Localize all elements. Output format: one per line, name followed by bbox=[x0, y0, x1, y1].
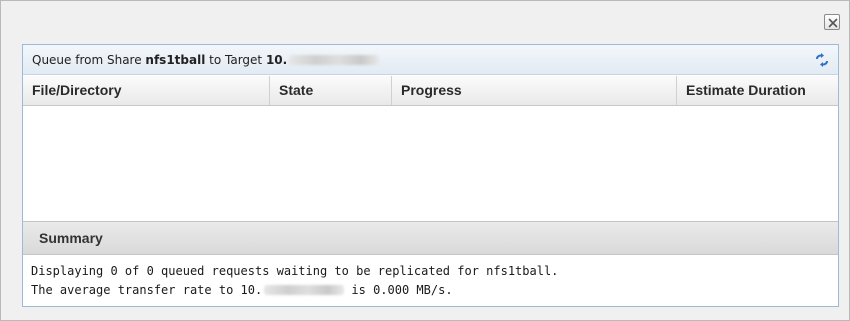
share-name: nfs1tball bbox=[145, 53, 206, 67]
column-header-estimate-duration[interactable]: Estimate Duration bbox=[677, 76, 838, 105]
redacted-target-address bbox=[264, 285, 345, 295]
column-header-progress[interactable]: Progress bbox=[392, 76, 677, 105]
panel-header: Queue from Share nfs1tball to Target 10. bbox=[23, 45, 838, 75]
table-body bbox=[23, 106, 838, 221]
column-header-state[interactable]: State bbox=[270, 76, 392, 105]
panel-title-mid: to Target bbox=[205, 53, 266, 67]
replication-queue-dialog: Queue from Share nfs1tball to Target 10.… bbox=[0, 0, 850, 321]
summary-line-rate: The average transfer rate to 10. is 0.00… bbox=[31, 281, 838, 300]
column-header-file-directory[interactable]: File/Directory bbox=[23, 76, 270, 105]
redacted-target-address bbox=[289, 55, 380, 65]
close-icon bbox=[828, 18, 838, 28]
queue-panel: Queue from Share nfs1tball to Target 10.… bbox=[22, 44, 839, 307]
rate-prefix: The average transfer rate to 10. bbox=[31, 283, 263, 297]
summary-text: Displaying 0 of 0 queued requests waitin… bbox=[23, 255, 838, 306]
summary-heading: Summary bbox=[23, 221, 838, 255]
close-button[interactable] bbox=[824, 14, 840, 30]
table-header: File/Directory State Progress Estimate D… bbox=[23, 76, 838, 106]
target-address: 10. bbox=[265, 53, 288, 67]
summary-line-queued: Displaying 0 of 0 queued requests waitin… bbox=[31, 264, 559, 278]
rate-suffix: is 0.000 MB/s. bbox=[344, 283, 453, 297]
panel-title-prefix: Queue from Share bbox=[32, 53, 146, 67]
refresh-icon[interactable] bbox=[814, 53, 830, 67]
